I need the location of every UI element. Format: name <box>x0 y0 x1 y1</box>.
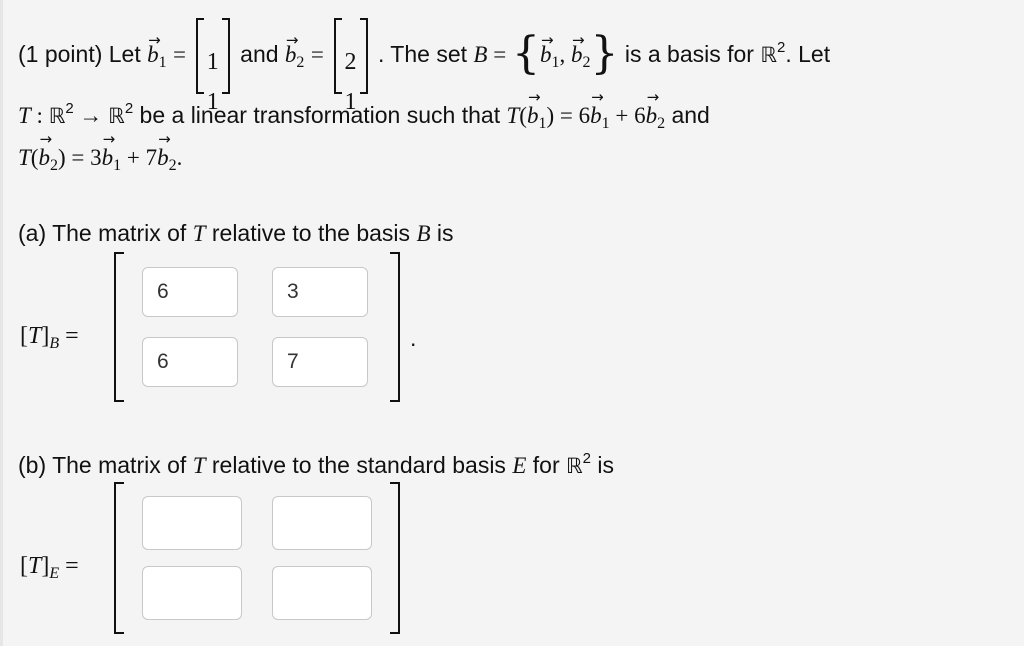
left-border <box>0 0 3 646</box>
part-b-cell-r1c2[interactable] <box>272 496 372 550</box>
part-a-cell-r2c2[interactable] <box>272 337 368 387</box>
part-b-left-bracket <box>114 482 124 634</box>
basis-text: is a basis for <box>624 41 754 67</box>
part-a-right-bracket <box>390 252 400 402</box>
let-text: . Let <box>785 41 831 67</box>
and-word: and <box>240 41 279 67</box>
problem-statement-line-1: (1 point) Let b1 = 1 1 and b2 = 2 1 . Th… <box>18 0 831 115</box>
left-brace: { <box>511 28 540 79</box>
part-a-lhs: [T]B = <box>20 323 79 352</box>
part-a-left-bracket <box>114 252 124 402</box>
b2-symbol: b <box>285 0 298 97</box>
and-word-2: and <box>671 102 710 128</box>
part-b-prompt: (b) The matrix of T relative to the stan… <box>18 450 615 478</box>
problem-statement-line-3: T(b2) = 3b1 + 7b2. <box>18 130 182 175</box>
part-a-cell-r2c1[interactable] <box>142 337 238 387</box>
b1-column-vector: 1 1 <box>195 14 230 115</box>
b1-symbol: b <box>147 0 160 97</box>
part-b-cell-r2c2[interactable] <box>272 566 372 620</box>
part-b-right-bracket <box>390 482 400 634</box>
transform-intro: be a linear transformation such that <box>139 102 501 128</box>
b2-column-vector: 2 1 <box>333 14 368 115</box>
part-b-cell-r1c1[interactable] <box>142 496 242 550</box>
part-a-cell-r1c2[interactable] <box>272 267 368 317</box>
part-b-cell-r2c1[interactable] <box>142 566 242 620</box>
points-label: (1 point) Let <box>18 41 141 67</box>
part-a-prompt: (a) The matrix of T relative to the basi… <box>18 220 454 246</box>
part-b-lhs: [T]E = <box>20 553 79 582</box>
problem-statement-line-2: T : ℝ2 → ℝ2 be a linear transformation s… <box>18 88 710 133</box>
part-a-trailing-period: . <box>410 325 417 351</box>
the-set-text: . The set <box>377 41 468 67</box>
right-brace: } <box>590 28 619 79</box>
part-a-cell-r1c1[interactable] <box>142 267 238 317</box>
